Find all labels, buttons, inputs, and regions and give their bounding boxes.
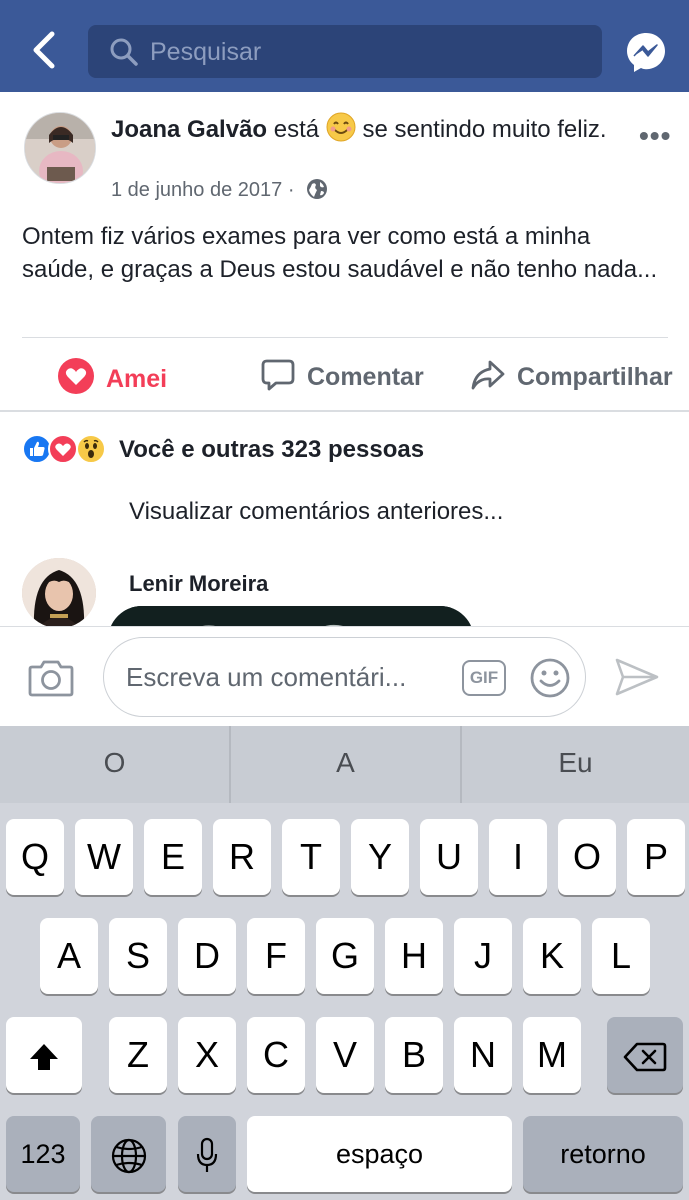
comment-placeholder: Escreva um comentári... [126,662,407,692]
share-icon [471,358,505,399]
key-h[interactable]: H [385,918,443,994]
love-reaction-icon [48,434,78,464]
key-u[interactable]: U [420,819,478,895]
key-t[interactable]: T [282,819,340,895]
suggestion-item[interactable]: O [0,726,229,803]
send-icon[interactable] [614,657,660,702]
more-icon[interactable]: ••• [639,120,671,152]
delete-key[interactable] [607,1017,683,1093]
microphone-icon [195,1133,219,1174]
share-label: Compartilhar [517,363,673,391]
numbers-key[interactable]: 123 [6,1116,80,1192]
key-f[interactable]: F [247,918,305,994]
feeling-prefix: está [273,116,320,143]
key-k[interactable]: K [523,918,581,994]
action-bar: Amei Comentar Compartilhar [0,344,689,406]
suggestion-item[interactable]: A [231,726,460,803]
post-text: Ontem fiz vários exames para ver como es… [22,223,658,283]
key-w[interactable]: W [75,819,133,895]
delete-icon [623,1034,667,1075]
key-n[interactable]: N [454,1017,512,1093]
key-x[interactable]: X [178,1017,236,1093]
suggestion-item[interactable]: Eu [462,726,689,803]
key-j[interactable]: J [454,918,512,994]
globe-keyboard-key[interactable] [91,1116,166,1192]
keyboard: O A Eu Q W E R T Y U I O P A S D F G H J… [0,726,689,1200]
heart-icon [58,358,94,401]
comment-author-avatar[interactable] [22,558,96,628]
view-previous-comments-link[interactable]: Visualizar comentários anteriores... [129,498,503,526]
key-o[interactable]: O [558,819,616,895]
key-e[interactable]: E [144,819,202,895]
search-icon [110,38,138,71]
microphone-key[interactable] [178,1116,236,1192]
key-r[interactable]: R [213,819,271,895]
key-b[interactable]: B [385,1017,443,1093]
comment-input[interactable]: Escreva um comentári... GIF [103,637,586,717]
suggestion-bar: O A Eu [0,726,689,803]
key-p[interactable]: P [627,819,685,895]
messenger-icon[interactable] [625,31,667,78]
smiley-icon[interactable] [529,657,571,704]
comment-button[interactable]: Comentar [261,358,424,399]
search-input[interactable]: Pesquisar [88,25,602,78]
author-avatar[interactable] [24,112,96,184]
shift-key[interactable] [6,1017,82,1093]
key-c[interactable]: C [247,1017,305,1093]
comment-label: Comentar [307,363,424,391]
smiling-emoji-icon [326,112,356,142]
comment-icon [261,358,295,399]
key-g[interactable]: G [316,918,374,994]
key-v[interactable]: V [316,1017,374,1093]
key-a[interactable]: A [40,918,98,994]
comment-composer: Escreva um comentári... GIF [0,626,689,726]
divider [22,337,668,338]
reactions-summary[interactable]: Você e outras 323 pessoas [119,436,424,464]
share-button[interactable]: Compartilhar [471,358,673,399]
post-meta: 1 de junho de 2017 · [111,178,328,206]
author-line: Joana Galvão está se sentindo muito feli… [111,112,611,146]
camera-icon[interactable] [28,657,74,702]
love-label: Amei [106,365,168,393]
back-icon[interactable] [28,30,64,70]
search-placeholder: Pesquisar [150,38,262,66]
key-l[interactable]: L [592,918,650,994]
gif-icon[interactable]: GIF [462,660,506,696]
key-m[interactable]: M [523,1017,581,1093]
key-d[interactable]: D [178,918,236,994]
post-date[interactable]: 1 de junho de 2017 [111,179,282,201]
author-name[interactable]: Joana Galvão [111,116,267,143]
wow-reaction-icon [76,434,106,464]
globe-keyboard-icon [110,1133,148,1174]
shift-icon [27,1034,61,1075]
globe-icon [306,178,328,206]
key-z[interactable]: Z [109,1017,167,1093]
section-divider [0,410,689,412]
space-key[interactable]: espaço [247,1116,512,1192]
key-i[interactable]: I [489,819,547,895]
date-separator: · [287,179,295,201]
top-bar: Pesquisar [0,0,689,92]
feeling-text: se sentindo muito feliz. [362,116,607,143]
comment-author-name[interactable]: Lenir Moreira [129,571,268,597]
return-key[interactable]: retorno [523,1116,683,1192]
key-q[interactable]: Q [6,819,64,895]
key-y[interactable]: Y [351,819,409,895]
love-button[interactable]: Amei [58,358,167,401]
key-s[interactable]: S [109,918,167,994]
